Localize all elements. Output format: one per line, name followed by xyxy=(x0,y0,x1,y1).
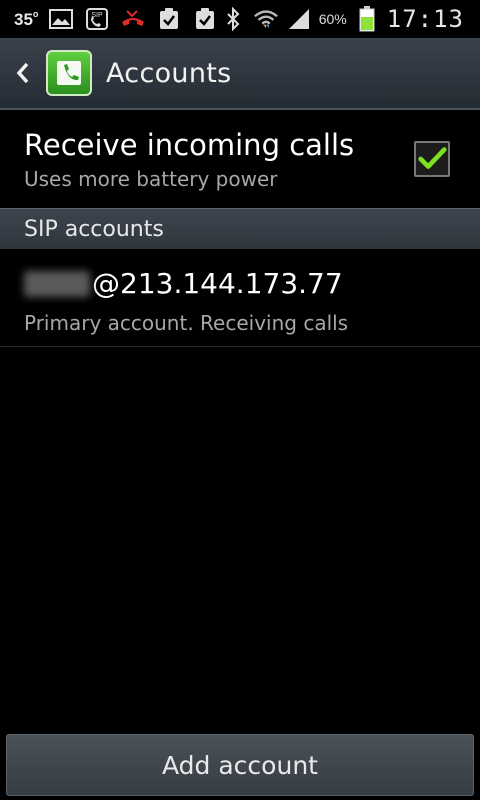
page-title: Accounts xyxy=(106,57,232,89)
chevron-left-icon xyxy=(16,62,29,84)
battery-icon xyxy=(354,6,380,32)
wifi-icon xyxy=(253,7,279,31)
sip-accounts-section-header: SIP accounts xyxy=(0,208,480,249)
checkmark-icon xyxy=(418,147,447,169)
temperature-readout: 35o xyxy=(14,8,39,29)
action-bar: Accounts xyxy=(0,38,480,110)
gallery-icon xyxy=(48,7,74,31)
bluetooth-icon xyxy=(220,7,246,31)
receive-calls-checkbox[interactable] xyxy=(414,141,450,177)
receive-incoming-calls-setting[interactable]: Receive incoming calls Uses more battery… xyxy=(0,110,480,208)
setting-title: Receive incoming calls xyxy=(24,128,355,162)
phone-app-icon xyxy=(46,50,92,96)
back-button[interactable] xyxy=(4,37,42,109)
task-icon xyxy=(192,7,218,31)
sip-account-address: @213.144.173.77 xyxy=(24,267,480,301)
sip-call-icon: SIP xyxy=(84,7,110,31)
sip-account-domain: @213.144.173.77 xyxy=(92,267,343,300)
task-icon xyxy=(156,7,182,31)
battery-percent: 60% xyxy=(318,11,347,27)
setting-summary: Uses more battery power xyxy=(24,167,278,191)
add-account-label: Add account xyxy=(162,750,318,780)
add-account-button[interactable]: Add account xyxy=(6,734,474,796)
section-label: SIP accounts xyxy=(24,216,164,242)
signal-icon xyxy=(286,7,312,31)
clock: 17:13 xyxy=(386,5,464,33)
missed-call-icon xyxy=(120,7,146,31)
sip-account-summary: Primary account. Receiving calls xyxy=(24,311,349,335)
redacted-username xyxy=(24,271,90,297)
sip-account-item[interactable]: @213.144.173.77 Primary account. Receivi… xyxy=(0,249,480,347)
status-bar: 35o SIP 60% 17:13 xyxy=(0,0,480,38)
